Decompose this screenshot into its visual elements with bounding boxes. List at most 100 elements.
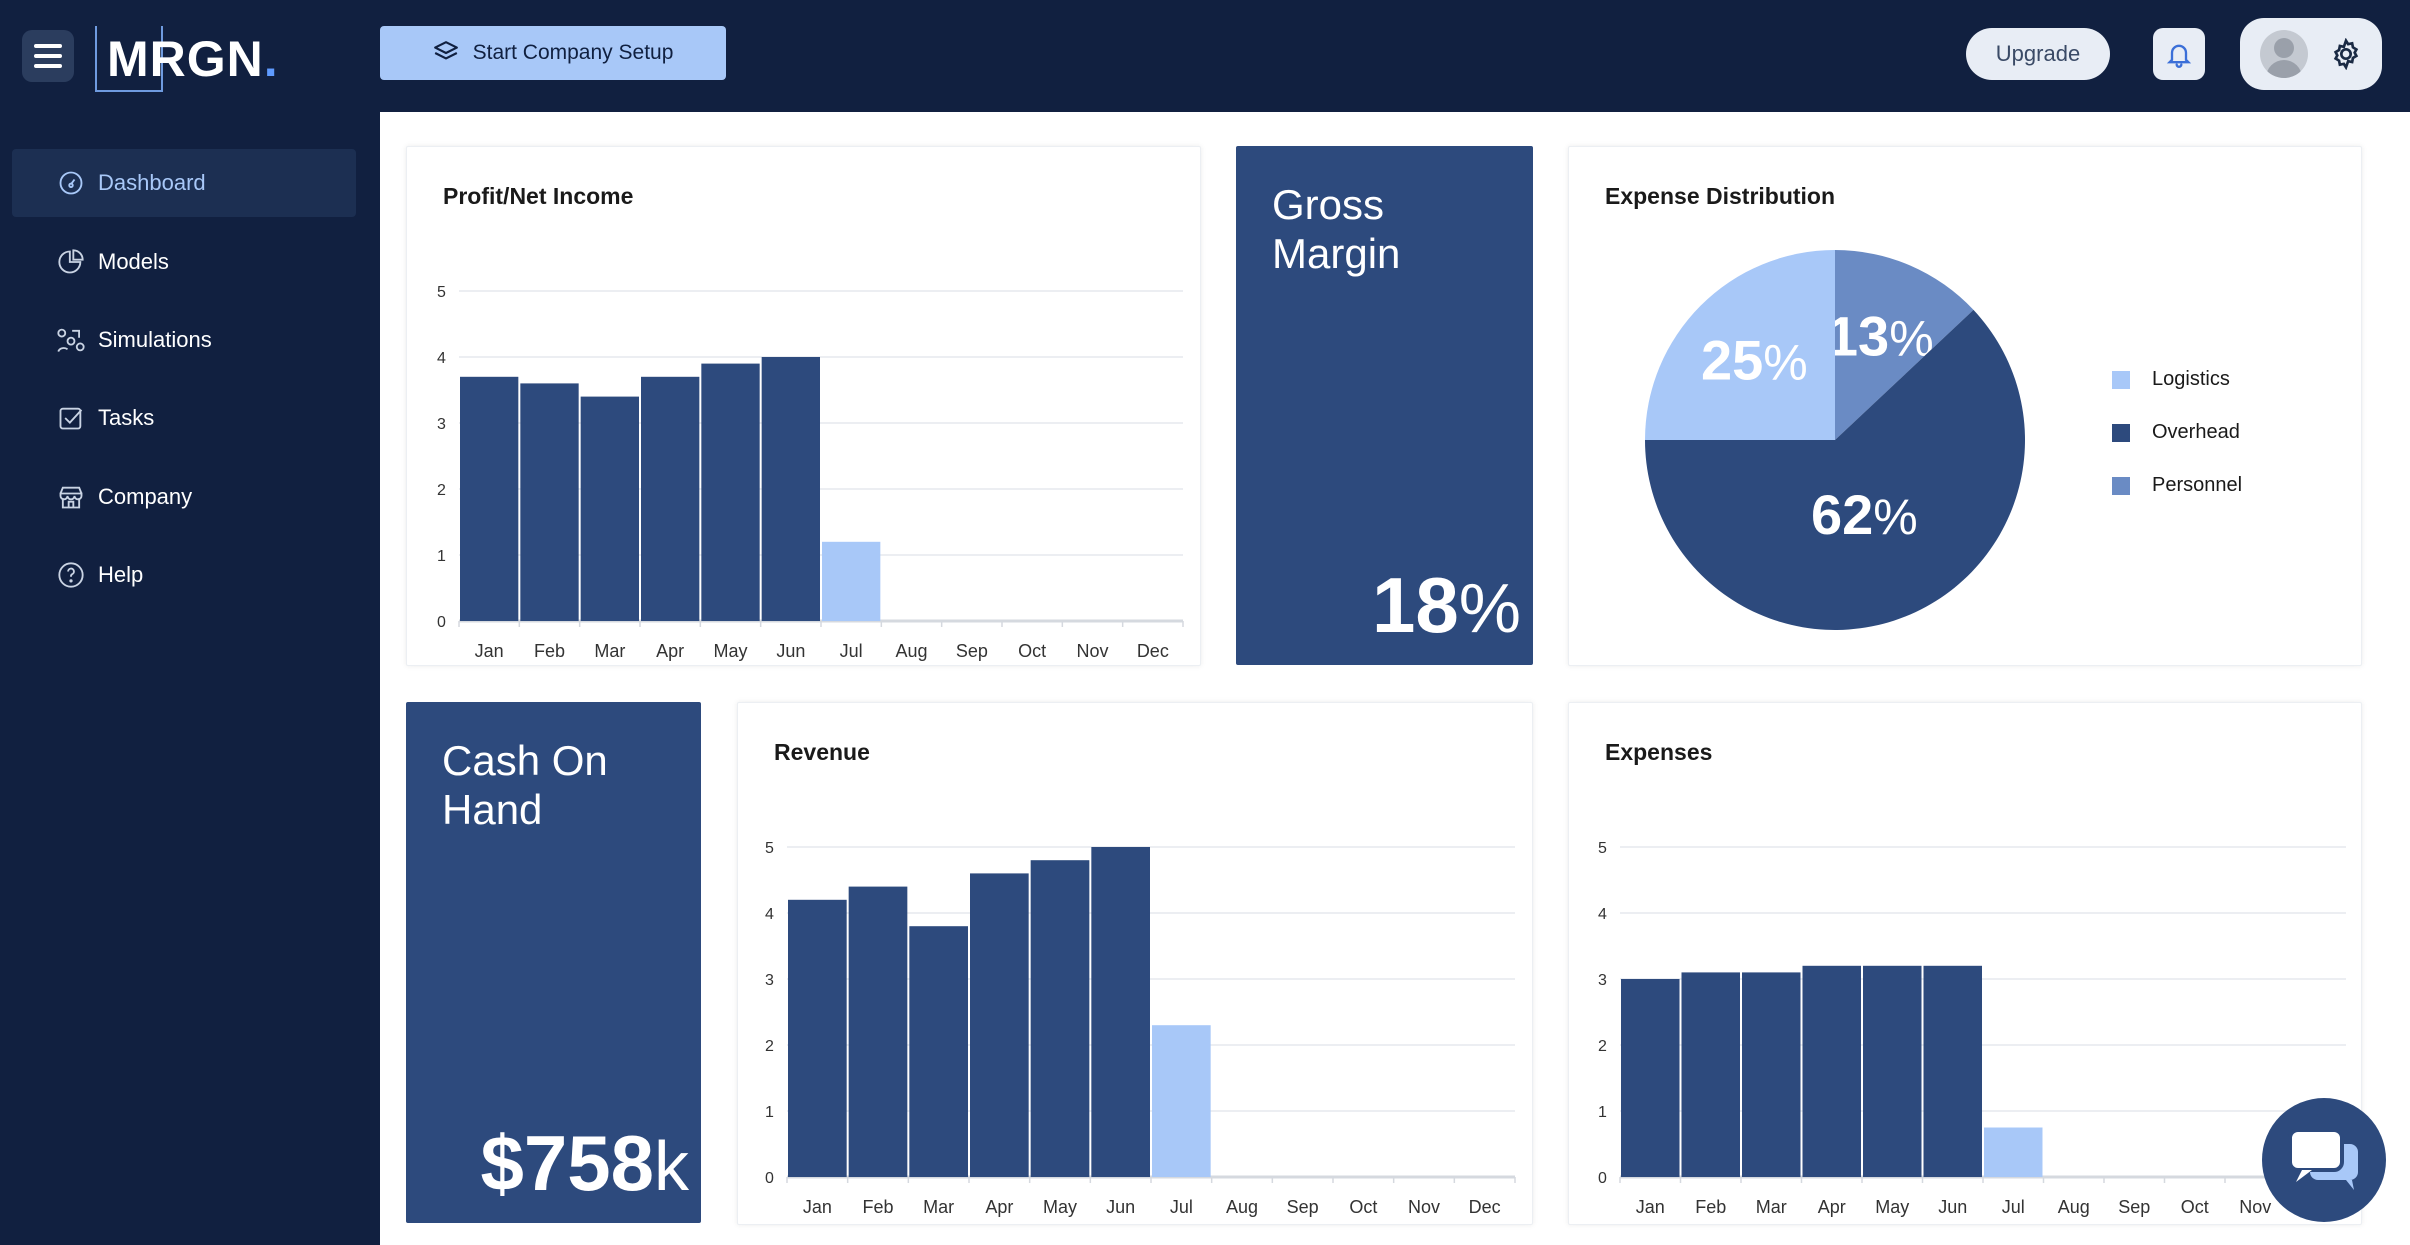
x-tick-label: Sep — [1287, 1197, 1319, 1217]
revenue-chart: 0 1 2 3 4 5 Jan Feb Mar Apr May Jun Jul Aug Sep Oct Nov D… — [765, 840, 1516, 1217]
dashboard-main: Profit/Net Income 0 1 2 3 4 5 Jan Feb Mar Apr May J… — [380, 112, 2410, 1245]
x-tick-label: Jan — [475, 641, 504, 661]
pie-chart-icon — [56, 247, 86, 277]
bar — [520, 383, 579, 621]
layers-icon — [433, 41, 458, 60]
bar — [761, 357, 820, 621]
legend-swatch — [2112, 476, 2130, 495]
y-tick-label: 5 — [1598, 840, 1607, 857]
y-tick-label: 2 — [765, 1038, 774, 1055]
tasks-checkbox-icon — [56, 403, 86, 433]
chat-button[interactable] — [2262, 1098, 2386, 1222]
y-tick-label: 4 — [765, 906, 774, 923]
y-tick-label: 2 — [437, 482, 446, 499]
sidebar: Dashboard Models Simulations Tasks Compa… — [0, 112, 380, 1245]
x-tick-label: May — [713, 641, 747, 661]
y-tick-label: 5 — [765, 840, 774, 857]
profile-menu[interactable] — [2240, 18, 2382, 90]
bar — [1984, 1127, 2043, 1177]
sidebar-item-help[interactable]: Help — [12, 541, 356, 609]
bar — [1923, 965, 1982, 1177]
sidebar-item-label: Dashboard — [98, 170, 206, 195]
x-tick-label: Jun — [1106, 1197, 1135, 1217]
bar — [701, 363, 760, 621]
stat-value: 18% — [1372, 560, 1521, 651]
bar — [822, 541, 881, 621]
x-tick-label: Jul — [2002, 1197, 2025, 1217]
x-tick-label: Apr — [1818, 1197, 1846, 1217]
upgrade-button[interactable]: Upgrade — [1966, 28, 2110, 80]
y-tick-label: 1 — [1598, 1104, 1607, 1121]
logo[interactable]: MRGN. — [95, 18, 285, 92]
x-tick-label: Jan — [1636, 1197, 1665, 1217]
expense-distribution-card: Expense Distribution 13% 62% 25% Logistics… — [1568, 146, 2362, 666]
sidebar-item-tasks[interactable]: Tasks — [12, 384, 356, 452]
sidebar-item-company[interactable]: Company — [12, 463, 356, 531]
setup-label: Start Company Setup — [472, 41, 674, 64]
legend-label: Logistics — [2152, 368, 2230, 390]
menu-icon[interactable] — [22, 30, 74, 82]
x-tick-label: Apr — [656, 641, 684, 661]
expenses-chart: 012345JanFebMarAprMayJunJulAugSepOctNovD… — [1598, 840, 2347, 1217]
x-tick-label: Mar — [923, 1197, 954, 1217]
y-tick-label: 3 — [437, 416, 446, 433]
upgrade-label: Upgrade — [1995, 41, 2081, 66]
x-tick-label: Dec — [1137, 641, 1169, 661]
sidebar-item-models[interactable]: Models — [12, 228, 356, 296]
y-tick-label: 3 — [765, 972, 774, 989]
gross-margin-value: 18 — [1371, 561, 1459, 649]
legend-swatch — [2112, 423, 2130, 442]
bar — [1742, 972, 1801, 1177]
x-tick-label: Feb — [862, 1197, 893, 1217]
y-tick-label: 4 — [1598, 906, 1607, 923]
sidebar-item-label: Tasks — [98, 405, 155, 430]
legend-swatch — [2112, 370, 2130, 389]
chat-bubble-icon — [2288, 1128, 2358, 1190]
dashboard-gauge-icon — [56, 168, 86, 198]
avatar[interactable] — [2260, 30, 2308, 78]
x-tick-label: Jul — [1170, 1197, 1193, 1217]
stat-title: Gross Margin — [1272, 181, 1401, 277]
bar — [641, 376, 700, 621]
notifications-button[interactable] — [2153, 28, 2205, 80]
expense-pie-chart: 13% 62% 25% — [1645, 250, 2025, 630]
x-tick-label: Sep — [2118, 1197, 2150, 1217]
x-tick-label: Oct — [1349, 1197, 1377, 1217]
bar — [1681, 972, 1740, 1177]
x-tick-label: Nov — [2239, 1197, 2271, 1217]
x-tick-label: Mar — [1756, 1197, 1787, 1217]
profit-card: Profit/Net Income 0 1 2 3 4 5 Jan Feb Mar Apr May J… — [406, 146, 1201, 666]
bar — [970, 873, 1029, 1177]
x-tick-label: May — [1875, 1197, 1909, 1217]
bar — [909, 926, 968, 1177]
bar — [1621, 979, 1680, 1177]
legend-item: Logistics — [2112, 353, 2242, 406]
pie-label: 25% — [1701, 328, 1808, 391]
gear-icon[interactable] — [2330, 38, 2362, 70]
x-tick-label: Oct — [2181, 1197, 2209, 1217]
profit-chart: 0 1 2 3 4 5 Jan Feb Mar Apr May Jun Jul Aug Sep Oct Nov D… — [437, 284, 1184, 661]
start-company-setup-button[interactable]: Start Company Setup — [380, 26, 726, 80]
y-tick-label: 0 — [437, 614, 446, 631]
x-tick-label: Nov — [1408, 1197, 1440, 1217]
sidebar-item-label: Models — [98, 249, 169, 274]
sidebar-item-simulations[interactable]: Simulations — [12, 306, 356, 374]
bar — [848, 886, 908, 1177]
y-tick-label: 1 — [765, 1104, 774, 1121]
y-tick-label: 0 — [765, 1170, 774, 1187]
top-bar: MRGN. Start Company Setup Upgrade — [0, 0, 2410, 112]
y-tick-label: 1 — [437, 548, 446, 565]
x-tick-label: Apr — [985, 1197, 1013, 1217]
logo-dot: . — [263, 31, 279, 87]
sidebar-item-dashboard[interactable]: Dashboard — [12, 149, 356, 217]
sidebar-item-label: Simulations — [98, 327, 212, 352]
x-tick-label: Sep — [956, 641, 988, 661]
stat-value: $758k — [480, 1118, 689, 1209]
x-tick-label: Aug — [1226, 1197, 1258, 1217]
bar — [1030, 860, 1090, 1177]
company-store-icon — [56, 482, 86, 512]
x-tick-label: Feb — [534, 641, 565, 661]
legend-item: Personnel — [2112, 459, 2242, 512]
gross-margin-unit: % — [1458, 569, 1521, 647]
revenue-card: Revenue 0 1 2 3 4 5 Jan Feb Mar Apr May Jun Jul Aug Se… — [737, 702, 1533, 1225]
